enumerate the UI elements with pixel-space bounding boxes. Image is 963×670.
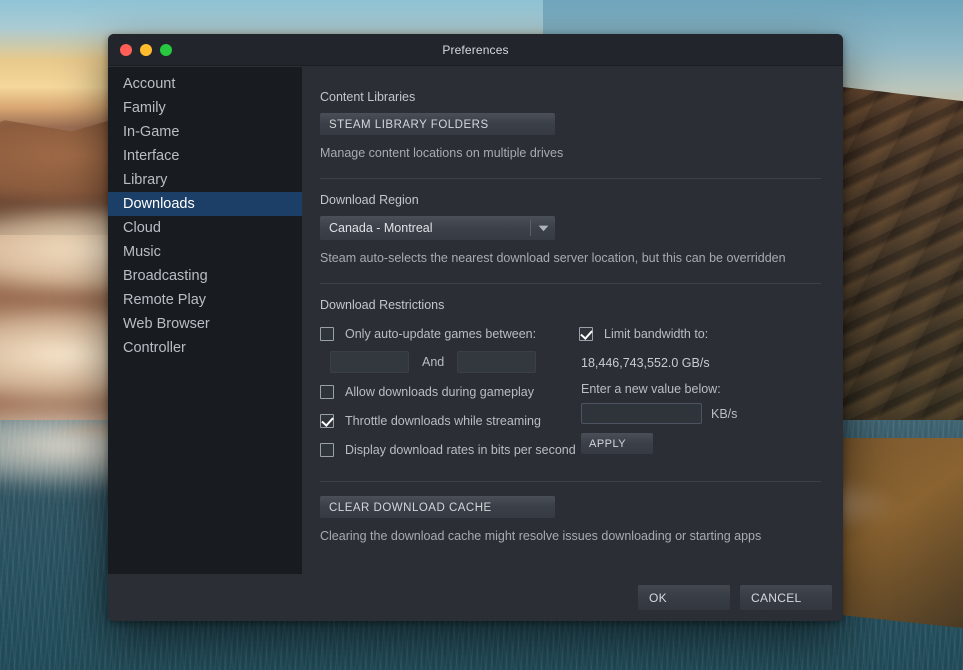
dialog-footer: OK CANCEL [108,574,843,621]
throttle-while-streaming-row[interactable]: Throttle downloads while streaming [320,408,575,434]
auto-update-start-time-input[interactable] [330,351,409,373]
restrictions-right-column: Limit bandwidth to: 18,446,743,552.0 GB/… [575,321,821,463]
window-titlebar[interactable]: Preferences [108,34,843,66]
sidebar-item-family[interactable]: Family [108,96,302,120]
sidebar-item-music[interactable]: Music [108,240,302,264]
sidebar-item-interface[interactable]: Interface [108,144,302,168]
preferences-sidebar: Account Family In-Game Interface Library… [108,66,302,606]
display-bits-per-second-row[interactable]: Display download rates in bits per secon… [320,437,576,463]
window-title: Preferences [442,42,509,57]
chevron-down-icon [531,225,555,232]
divider-1 [320,178,821,179]
allow-downloads-during-gameplay-checkbox[interactable] [320,385,334,399]
download-restrictions-heading: Download Restrictions [320,298,445,312]
clear-download-cache-button[interactable]: CLEAR DOWNLOAD CACHE [320,496,555,518]
allow-downloads-during-gameplay-label: Allow downloads during gameplay [345,385,535,399]
sidebar-item-remote-play[interactable]: Remote Play [108,288,302,312]
download-region-selected-value: Canada - Montreal [329,221,433,235]
bandwidth-value-input[interactable] [581,403,702,424]
bandwidth-unit-label: KB/s [711,406,738,421]
limit-bandwidth-row[interactable]: Limit bandwidth to: [579,321,821,347]
sidebar-item-cloud[interactable]: Cloud [108,216,302,240]
traffic-light-group [120,43,172,56]
steam-library-folders-button[interactable]: STEAM LIBRARY FOLDERS [320,113,555,135]
downloads-settings-panel: Content Libraries STEAM LIBRARY FOLDERS … [302,66,843,574]
ok-button[interactable]: OK [638,585,730,610]
restrictions-left-column: Only auto-update games between: And Allo… [320,321,576,463]
auto-update-time-range: And [330,351,575,373]
bandwidth-input-row: KB/s [581,403,821,424]
enter-new-value-label: Enter a new value below: [581,382,721,396]
only-auto-update-checkbox[interactable] [320,327,334,341]
download-region-heading: Download Region [320,193,419,207]
apply-bandwidth-button[interactable]: APPLY [581,433,653,454]
minimize-window-icon[interactable] [140,43,152,56]
preferences-window: Preferences Account Family In-Game Inter… [108,34,843,621]
divider-2 [320,283,821,284]
sidebar-item-downloads[interactable]: Downloads [108,192,302,216]
display-bits-per-second-label: Display download rates in bits per secon… [345,443,576,457]
sidebar-item-library[interactable]: Library [108,168,302,192]
sidebar-item-web-browser[interactable]: Web Browser [108,312,302,336]
limit-bandwidth-label: Limit bandwidth to: [604,327,709,341]
content-libraries-hint: Manage content locations on multiple dri… [320,146,564,160]
only-auto-update-label: Only auto-update games between: [345,327,537,341]
sidebar-item-controller[interactable]: Controller [108,336,302,360]
download-region-select[interactable]: Canada - Montreal [320,216,555,240]
close-window-icon[interactable] [120,43,132,56]
current-bandwidth-value: 18,446,743,552.0 GB/s [581,356,710,370]
allow-downloads-during-gameplay-row[interactable]: Allow downloads during gameplay [320,379,575,405]
throttle-while-streaming-checkbox[interactable] [320,414,334,428]
auto-update-end-time-input[interactable] [457,351,537,373]
divider-3 [320,481,821,482]
maximize-window-icon[interactable] [160,43,172,56]
limit-bandwidth-checkbox[interactable] [579,327,593,341]
sidebar-item-broadcasting[interactable]: Broadcasting [108,264,302,288]
throttle-while-streaming-label: Throttle downloads while streaming [345,414,541,428]
display-bits-per-second-checkbox[interactable] [320,443,334,457]
content-libraries-heading: Content Libraries [320,90,416,104]
download-restrictions-grid: Only auto-update games between: And Allo… [320,321,821,463]
sidebar-item-account[interactable]: Account [108,72,302,96]
download-region-hint: Steam auto-selects the nearest download … [320,251,786,265]
clear-download-cache-hint: Clearing the download cache might resolv… [320,529,762,543]
sidebar-item-in-game[interactable]: In-Game [108,120,302,144]
cancel-button[interactable]: CANCEL [740,585,832,610]
only-auto-update-row[interactable]: Only auto-update games between: [320,321,575,347]
window-body: Account Family In-Game Interface Library… [108,66,843,606]
and-label: And [422,355,445,369]
